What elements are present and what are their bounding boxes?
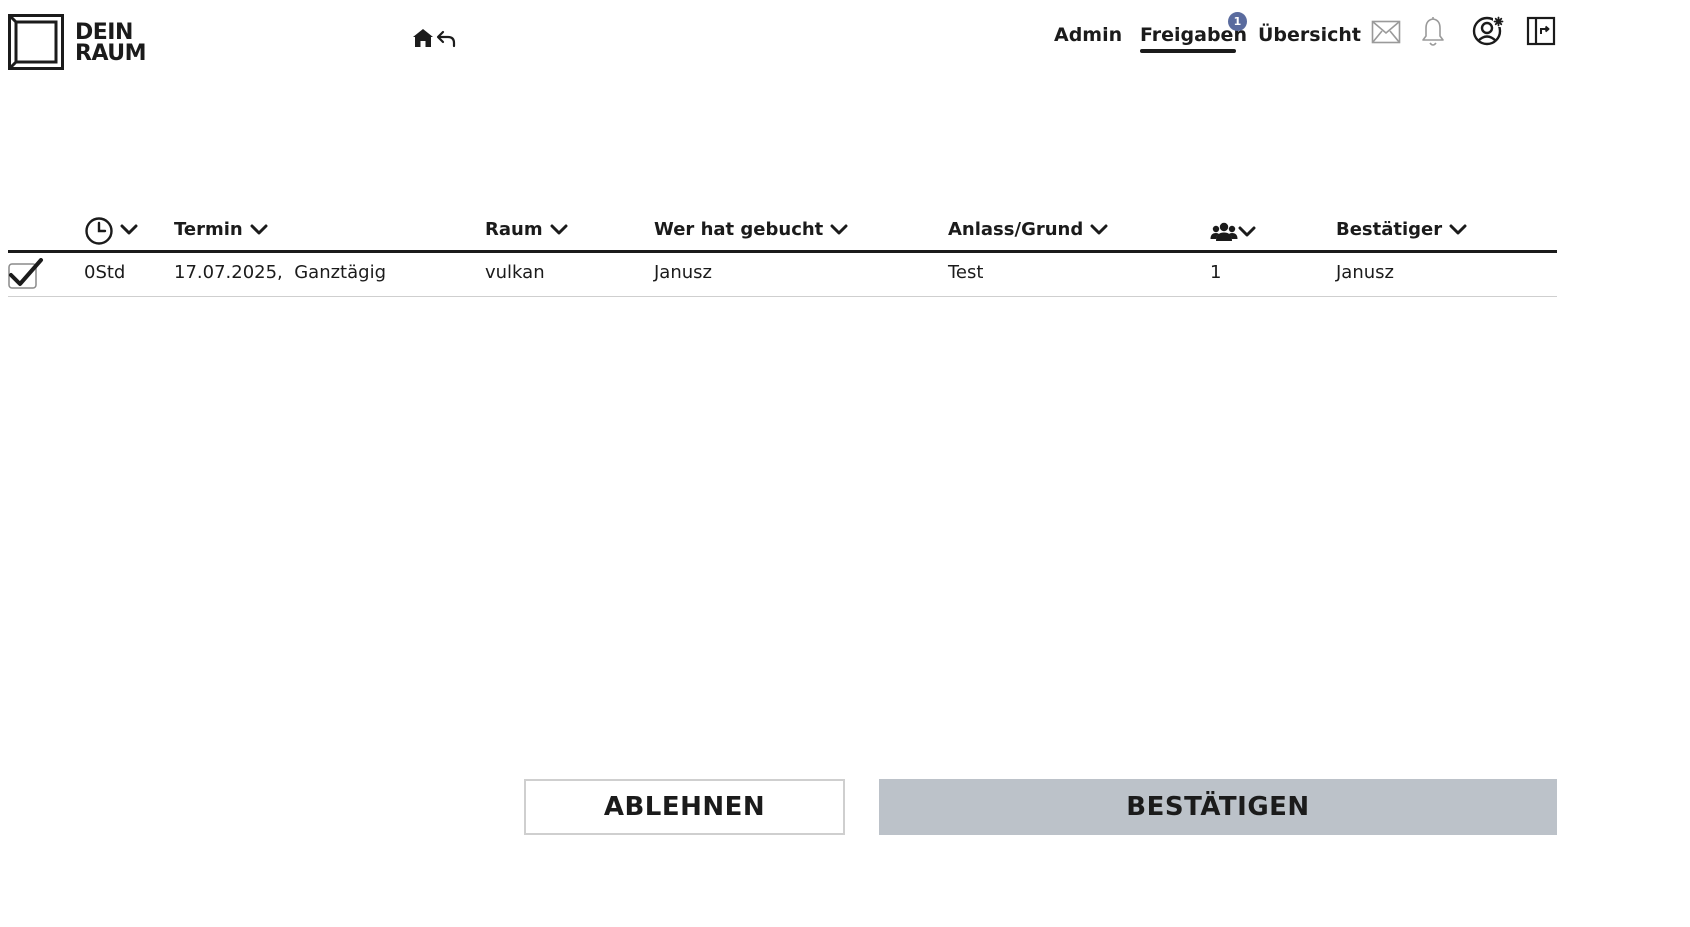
column-label-anlass: Anlass/Grund xyxy=(948,219,1084,240)
sort-people-chevron-icon[interactable] xyxy=(1238,226,1256,238)
chevron-down-icon xyxy=(550,224,568,234)
table-header-divider xyxy=(8,250,1557,253)
cell-raum: vulkan xyxy=(485,262,545,283)
column-label-bestaetiger: Bestätiger xyxy=(1336,219,1443,240)
column-header-raum[interactable]: Raum xyxy=(485,219,568,240)
home-icon[interactable] xyxy=(412,27,434,49)
chevron-down-icon xyxy=(1090,224,1108,234)
clock-icon[interactable] xyxy=(84,216,114,246)
chevron-down-icon xyxy=(250,224,268,234)
logo-icon xyxy=(8,14,64,70)
column-label-gebucht: Wer hat gebucht xyxy=(654,219,824,240)
cell-termin: 17.07.2025, Ganztägig xyxy=(174,262,387,283)
confirm-button[interactable]: BESTÄTIGEN xyxy=(879,779,1557,835)
column-header-termin[interactable]: Termin xyxy=(174,219,268,240)
brand-logo-text: DEIN RAUM xyxy=(75,20,147,66)
cell-anlass: Test xyxy=(948,262,984,283)
cell-gebucht: Janusz xyxy=(654,262,712,283)
people-icon[interactable] xyxy=(1210,221,1238,243)
cell-bestaetiger: Janusz xyxy=(1336,262,1394,283)
cell-personen: 1 xyxy=(1210,262,1222,283)
bell-icon[interactable] xyxy=(1421,16,1445,48)
row-checkbox[interactable] xyxy=(8,258,44,290)
nav-admin-link[interactable]: Admin xyxy=(1054,24,1122,46)
column-header-bestaetiger[interactable]: Bestätiger xyxy=(1336,219,1467,240)
nav-uebersicht-link[interactable]: Übersicht xyxy=(1258,24,1361,46)
nav-active-underline xyxy=(1140,49,1236,53)
chevron-down-icon xyxy=(830,224,848,234)
profile-icon[interactable] xyxy=(1472,15,1504,47)
chevron-down-icon xyxy=(1449,224,1467,234)
brand-line2: RAUM xyxy=(75,41,147,66)
column-label-raum: Raum xyxy=(485,219,543,240)
brand-line1: DEIN xyxy=(75,20,133,45)
logout-icon[interactable] xyxy=(1526,16,1556,46)
column-label-termin: Termin xyxy=(174,219,243,240)
notification-badge: 1 xyxy=(1228,12,1247,31)
reject-button[interactable]: ABLEHNEN xyxy=(524,779,845,835)
back-arrow-icon[interactable] xyxy=(436,28,456,48)
column-header-anlass[interactable]: Anlass/Grund xyxy=(948,219,1108,240)
sort-duration-chevron-icon[interactable] xyxy=(120,224,138,236)
column-header-gebucht[interactable]: Wer hat gebucht xyxy=(654,219,848,240)
table-row-divider xyxy=(8,296,1557,297)
mail-icon[interactable] xyxy=(1371,20,1401,44)
cell-duration: 0Std xyxy=(84,262,126,283)
